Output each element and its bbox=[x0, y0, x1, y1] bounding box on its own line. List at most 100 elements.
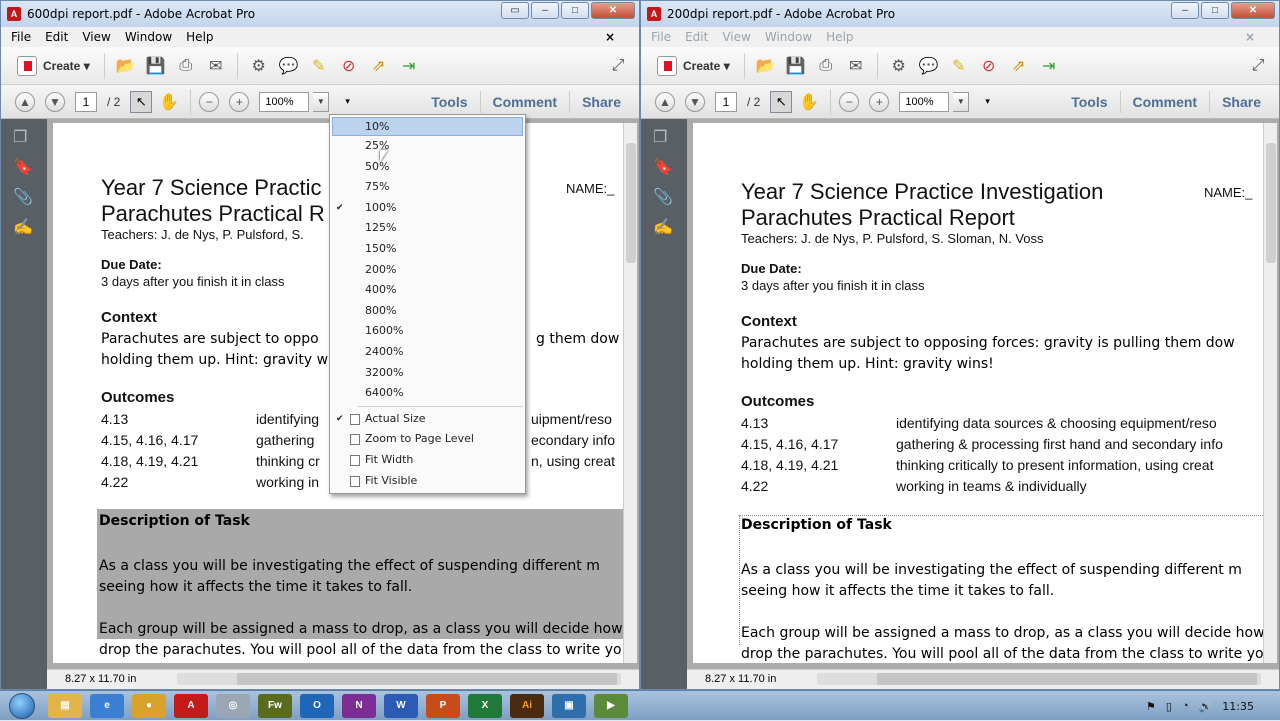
scroll-thumb[interactable] bbox=[1266, 143, 1276, 263]
zoom-out-button[interactable]: − bbox=[199, 91, 220, 112]
tray-volume-icon[interactable]: 🔊 bbox=[1199, 700, 1213, 713]
minimize-button[interactable]: – bbox=[1171, 2, 1199, 19]
menu-edit[interactable]: Edit bbox=[45, 30, 68, 44]
zoom-in-button[interactable]: + bbox=[869, 91, 890, 112]
print-icon[interactable]: ⎙ bbox=[173, 53, 199, 79]
zoom-option[interactable]: 25% bbox=[330, 136, 525, 157]
tab-share[interactable]: Share bbox=[1209, 91, 1273, 113]
pages-icon[interactable]: ❐ bbox=[653, 127, 675, 149]
zoom-dropdown-button[interactable]: ▼ bbox=[313, 91, 330, 112]
start-button[interactable] bbox=[0, 691, 44, 721]
zoom-option[interactable]: 75% bbox=[330, 177, 525, 198]
zoom-input[interactable]: 100% bbox=[899, 91, 950, 112]
highlight-icon[interactable]: ✎ bbox=[306, 53, 332, 79]
attachment-icon[interactable]: 📎 bbox=[653, 187, 675, 209]
open-folder-icon[interactable]: 📂 bbox=[113, 53, 139, 79]
fit-option-width[interactable]: Fit Width bbox=[330, 450, 525, 471]
clock[interactable]: 11:35 bbox=[1222, 700, 1254, 713]
next-page-button[interactable]: ▼ bbox=[685, 91, 705, 112]
remote-desktop-icon[interactable]: ▣ bbox=[552, 693, 586, 718]
zoom-input[interactable]: 100% bbox=[259, 91, 310, 112]
doc-close-icon[interactable]: × bbox=[1245, 30, 1255, 44]
fit-option-actual-size[interactable]: ✔ Actual Size bbox=[330, 409, 525, 430]
next-page-button[interactable]: ▼ bbox=[45, 91, 65, 112]
menu-file[interactable]: File bbox=[11, 30, 31, 44]
menu-view[interactable]: View bbox=[82, 30, 110, 44]
bookmark-icon[interactable]: 🔖 bbox=[13, 157, 35, 179]
page-number-input[interactable]: 1 bbox=[715, 91, 737, 112]
app-icon[interactable]: ◎ bbox=[216, 693, 250, 718]
menu-view[interactable]: View bbox=[722, 30, 750, 44]
tab-share[interactable]: Share bbox=[569, 91, 633, 113]
export-icon[interactable]: ⇗ bbox=[1006, 53, 1032, 79]
settings-gear-icon[interactable]: ⚙ bbox=[246, 53, 272, 79]
hand-tool-icon[interactable]: ✋ bbox=[796, 89, 822, 115]
zoom-out-button[interactable]: − bbox=[839, 91, 860, 112]
attachment-icon[interactable]: 📎 bbox=[13, 187, 35, 209]
print-icon[interactable]: ⎙ bbox=[813, 53, 839, 79]
signature-icon[interactable]: ✍ bbox=[13, 217, 35, 239]
email-icon[interactable]: ✉ bbox=[203, 53, 229, 79]
menu-window[interactable]: Window bbox=[765, 30, 812, 44]
expand-icon[interactable]: ⤢ bbox=[1245, 53, 1271, 79]
zoom-option[interactable]: 6400% bbox=[330, 383, 525, 404]
zoom-option[interactable]: 125% bbox=[330, 218, 525, 239]
menu-help[interactable]: Help bbox=[826, 30, 853, 44]
vertical-scrollbar[interactable] bbox=[623, 123, 637, 663]
hscroll-thumb[interactable] bbox=[877, 673, 1257, 685]
prev-page-button[interactable]: ▲ bbox=[655, 91, 675, 112]
expand-icon[interactable]: ⤢ bbox=[605, 53, 631, 79]
sign-icon[interactable]: ⊘ bbox=[336, 53, 362, 79]
maximize-button[interactable]: □ bbox=[1201, 2, 1229, 19]
tray-network-icon[interactable]: ◔ bbox=[1182, 700, 1189, 712]
prev-page-button[interactable]: ▲ bbox=[15, 91, 35, 112]
zoom-option[interactable]: 400% bbox=[330, 280, 525, 301]
zoom-option[interactable]: 1600% bbox=[330, 321, 525, 342]
open-folder-icon[interactable]: 📂 bbox=[753, 53, 779, 79]
powerpoint-icon[interactable]: P bbox=[426, 693, 460, 718]
export-icon[interactable]: ⇗ bbox=[366, 53, 392, 79]
excel-icon[interactable]: X bbox=[468, 693, 502, 718]
fit-option-visible[interactable]: Fit Visible bbox=[330, 471, 525, 492]
comment-bubble-icon[interactable]: 💬 bbox=[276, 53, 302, 79]
bookmark-icon[interactable]: 🔖 bbox=[653, 157, 675, 179]
comment-bubble-icon[interactable]: 💬 bbox=[916, 53, 942, 79]
select-tool-icon[interactable]: ↖ bbox=[130, 90, 153, 113]
tray-flag-icon[interactable]: ⚑ bbox=[1146, 700, 1156, 713]
zoom-in-button[interactable]: + bbox=[229, 91, 250, 112]
fireworks-icon[interactable]: Fw bbox=[258, 693, 292, 718]
select-tool-icon[interactable]: ↖ bbox=[770, 90, 793, 113]
horizontal-scrollbar[interactable] bbox=[177, 673, 621, 685]
create-button[interactable]: Create ▾ bbox=[11, 53, 96, 79]
save-icon[interactable]: 💾 bbox=[783, 53, 809, 79]
highlight-icon[interactable]: ✎ bbox=[946, 53, 972, 79]
vertical-scrollbar[interactable] bbox=[1263, 123, 1277, 663]
settings-gear-icon[interactable]: ⚙ bbox=[886, 53, 912, 79]
maximize-button[interactable]: □ bbox=[561, 2, 589, 19]
outlook-icon[interactable]: O bbox=[300, 693, 334, 718]
sign-icon[interactable]: ⊘ bbox=[976, 53, 1002, 79]
hand-tool-icon[interactable]: ✋ bbox=[156, 89, 182, 115]
signature-icon[interactable]: ✍ bbox=[653, 217, 675, 239]
horizontal-scrollbar[interactable] bbox=[817, 673, 1261, 685]
menu-window[interactable]: Window bbox=[125, 30, 172, 44]
zoom-option[interactable]: 3200% bbox=[330, 363, 525, 384]
toolbar-more-icon[interactable]: ▾ bbox=[345, 96, 350, 107]
tab-tools[interactable]: Tools bbox=[1059, 91, 1119, 113]
fit-option-zoom-page[interactable]: Zoom to Page Level bbox=[330, 429, 525, 450]
share-export-icon[interactable]: ⇥ bbox=[396, 53, 422, 79]
email-icon[interactable]: ✉ bbox=[843, 53, 869, 79]
ie-icon[interactable]: e bbox=[90, 693, 124, 718]
tray-power-icon[interactable]: ▯ bbox=[1166, 700, 1172, 713]
save-icon[interactable]: 💾 bbox=[143, 53, 169, 79]
word-icon[interactable]: W bbox=[384, 693, 418, 718]
explorer-icon[interactable]: ▤ bbox=[48, 693, 82, 718]
doc-close-icon[interactable]: × bbox=[605, 30, 615, 44]
menu-edit[interactable]: Edit bbox=[685, 30, 708, 44]
hscroll-thumb[interactable] bbox=[237, 673, 617, 685]
create-button[interactable]: Create ▾ bbox=[651, 53, 736, 79]
zoom-option[interactable]: 10% bbox=[332, 117, 523, 136]
zoom-option[interactable]: 2400% bbox=[330, 342, 525, 363]
share-export-icon[interactable]: ⇥ bbox=[1036, 53, 1062, 79]
zoom-option[interactable]: 150% bbox=[330, 239, 525, 260]
